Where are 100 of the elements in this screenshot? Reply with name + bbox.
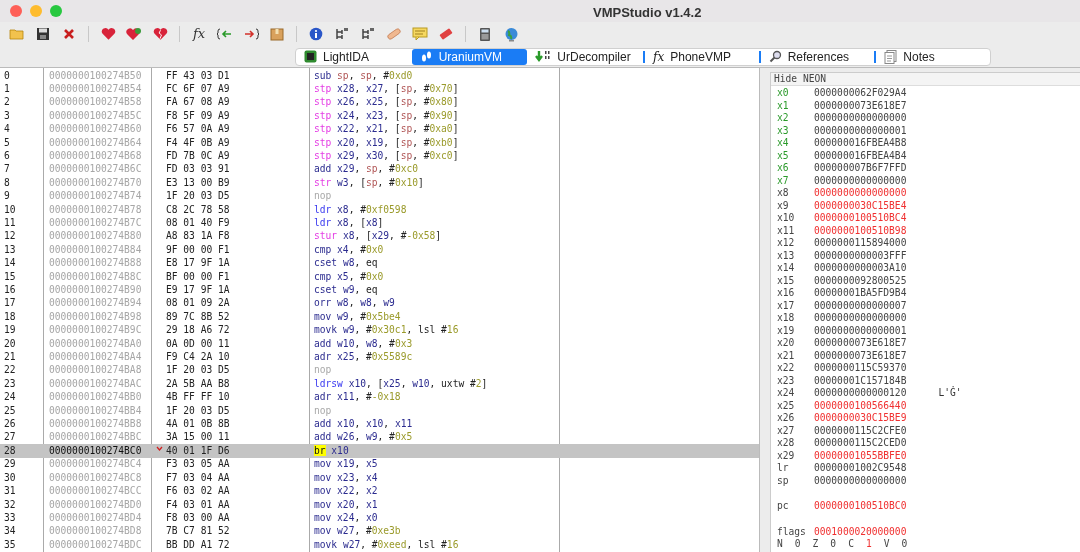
address-cell: 0000000100274BD4 [49, 511, 142, 523]
row-number: 8 [4, 176, 10, 188]
close-window-button[interactable] [10, 5, 22, 17]
instruction-text: stp x22, x21, [sp, #0xa0] [314, 123, 459, 135]
address-cell: 0000000100274B70 [49, 176, 142, 188]
register-value: 0000000100510B98 [814, 224, 907, 237]
table-row[interactable]: 11 0000000100274B7C 08 01 40 F9 ldr x8, [x8] [0, 216, 759, 230]
row-number: 5 [4, 136, 10, 148]
address-cell: 0000000100274B6C [49, 163, 142, 175]
table-row[interactable]: 14 0000000100274B88 E8 17 9F 1A cset w8, eq [0, 256, 759, 271]
function-button[interactable]: fx [186, 23, 212, 45]
register-value: 0000000000000001 [814, 324, 907, 337]
register-name: x0 [777, 87, 790, 100]
row-number: 30 [4, 471, 16, 483]
bytes-cell: F9 C4 2A 10 [166, 350, 230, 365]
register-value: 0000000030C15BE9 [814, 412, 907, 425]
table-row[interactable]: 26 0000000100274BB8 4A 01 0B 8B add x10, x10, x11 [0, 417, 759, 431]
table-row[interactable]: 27 0000000100274BBC 3A 15 00 11 add w26, w9, #0x5 [0, 430, 759, 445]
address-cell: 0000000100274B94 [49, 297, 142, 309]
register-name: x23 [777, 374, 796, 387]
table-row[interactable]: 29 0000000100274BC4 F3 03 05 AA mov x19, x5 [0, 457, 759, 472]
register-name: x20 [777, 337, 796, 350]
table-row[interactable]: 5 0000000100274B64 F4 4F 0B A9 stp x20, x19, [sp, #0xb0] [0, 136, 759, 150]
register-name: x4 [777, 137, 790, 150]
instruction-text: mov w9, #0x5be4 [314, 310, 401, 322]
table-row[interactable]: 35 0000000100274BDC BB DD A1 72 movk w27, #0xeed, lsl #16 [0, 538, 759, 552]
table-row[interactable]: 21 0000000100274BA4 F9 C4 2A 10 adr x25, #0x5589c [0, 350, 759, 364]
register-value: 0000000100510BC4 [814, 212, 907, 225]
address-cell: 0000000100274BB8 [49, 418, 142, 430]
table-row[interactable]: 3 0000000100274B5C F8 5F 09 A9 stp x24, x23, [sp, #0x90] [0, 109, 759, 123]
address-cell: 0000000100274B98 [49, 310, 142, 322]
table-row[interactable]: 34 0000000100274BD8 7B C7 81 52 mov w27, #0xe3b [0, 524, 759, 539]
register-value: 0000000062F029A4 [814, 87, 907, 100]
table-row[interactable]: 32 0000000100274BD0 F4 03 01 AA mov x20, x1 [0, 498, 759, 512]
hide-neon-button[interactable]: Hide NEON [771, 73, 1080, 86]
table-row[interactable]: 25 0000000100274BB4 1F 20 03 D5 nop [0, 404, 759, 418]
download-icon [535, 50, 552, 63]
table-row[interactable]: 33 0000000100274BD4 F8 03 00 AA mov x24, x0 [0, 511, 759, 525]
instruction-text: cset w9, eq [314, 284, 378, 295]
table-row[interactable]: 0 0000000100274B50 FF 43 03 D1 sub sp, sp, #0xd0 [0, 69, 759, 83]
table-row[interactable]: 16 0000000100274B90 E9 17 9F 1A cset w9, eq [0, 283, 759, 297]
row-number: 1 [4, 82, 10, 94]
table-row[interactable]: 30 0000000100274BC8 F7 03 04 AA mov x23, x4 [0, 471, 759, 485]
table-row[interactable]: 8 0000000100274B70 E3 13 00 B9 str w3, [sp, #0x10] [0, 176, 759, 190]
register-name: x25 [777, 399, 796, 412]
table-row[interactable]: 9 0000000100274B74 1F 20 03 D5 nop [0, 189, 759, 204]
table-row[interactable]: 17 0000000100274B94 08 01 09 2A orr w8, w8, w9 [0, 296, 759, 311]
address-cell: 0000000100274B74 [49, 190, 142, 202]
instruction-text: movk w27, #0xeed, lsl #16 [314, 538, 459, 550]
bytes-cell: A8 83 1A F8 [166, 229, 230, 244]
row-number: 27 [4, 431, 16, 443]
table-row[interactable]: 13 0000000100274B84 9F 00 00 F1 cmp x4, #0x0 [0, 243, 759, 257]
register-value: 0000000000003FFF [814, 249, 907, 262]
tree-diagram-icon [360, 27, 376, 41]
register-name: x24 [777, 387, 796, 400]
brace-arrow-icon [216, 28, 234, 40]
register-value: 0000000030C15BE4 [814, 199, 907, 212]
register-name: lr [777, 462, 790, 475]
table-row[interactable]: 20 0000000100274BA0 0A 0D 00 11 add w10, w8, #0x3 [0, 337, 759, 351]
flag-name: V [883, 538, 890, 551]
tab[interactable]: References [758, 48, 875, 65]
tab[interactable]: Notes [874, 48, 991, 65]
register-name: x7 [777, 174, 790, 187]
table-row[interactable]: 31 0000000100274BCC F6 03 02 AA mov x22, x2 [0, 484, 759, 498]
table-row[interactable]: 10 0000000100274B78 C8 2C 78 58 ldr x8, #0xf0598 [0, 203, 759, 217]
table-row[interactable]: 1 0000000100274B54 FC 6F 07 A9 stp x28, x27, [sp, #0x70] [0, 82, 759, 96]
save-icon [36, 27, 50, 41]
register-value: 0000000000003A10 [814, 262, 907, 275]
table-row[interactable]: 18 0000000100274B98 89 7C 8B 52 mov w9, #0x5be4 [0, 310, 759, 324]
table-row[interactable]: 6 0000000100274B68 FD 7B 0C A9 stp x29, x30, [sp, #0xc0] [0, 149, 759, 163]
table-row[interactable]: 15 0000000100274B8C BF 00 00 F1 cmp x5, #0x0 [0, 270, 759, 284]
register-value: 0000000000000001 [814, 124, 907, 137]
bytes-cell: E8 17 9F 1A [166, 256, 230, 271]
register-name: x27 [777, 424, 796, 437]
instruction-text: stp x26, x25, [sp, #0x80] [314, 96, 459, 108]
tab[interactable]: LightIDA [296, 48, 412, 65]
tab[interactable]: fx PhoneVMP [643, 48, 759, 65]
row-number: 19 [4, 324, 16, 336]
row-number: 11 [4, 217, 16, 228]
table-row[interactable]: 7 0000000100274B6C FD 03 03 91 add x29, sp, #0xc0 [0, 162, 759, 177]
table-row[interactable]: 28 0000000100274BC0 40 01 1F D6 br x10 [0, 444, 759, 458]
table-row[interactable]: 22 0000000100274BA8 1F 20 03 D5 nop [0, 363, 759, 378]
table-row[interactable]: 2 0000000100274B58 FA 67 08 A9 stp x26, x25, [sp, #0x80] [0, 95, 759, 110]
address-cell: 0000000100274BB0 [49, 391, 142, 403]
register-name: x9 [777, 199, 790, 212]
row-number: 18 [4, 310, 16, 322]
tab[interactable]: UraniumVM [411, 48, 528, 65]
register-value: 0000000073E618E7 [814, 349, 907, 362]
tab[interactable]: UrDecompiler [527, 48, 643, 65]
table-row[interactable]: 24 0000000100274BB0 4B FF FF 10 adr x11, #-0x18 [0, 390, 759, 405]
table-row[interactable]: 12 0000000100274B80 A8 83 1A F8 stur x8, [x29, #-0x58] [0, 229, 759, 244]
register-value: 0000000115C2CFE0 [814, 424, 907, 437]
address-cell: 0000000100274BA8 [49, 364, 142, 376]
table-row[interactable]: 4 0000000100274B60 F6 57 0A A9 stp x22, x21, [sp, #0xa0] [0, 122, 759, 137]
splitter-handle[interactable] [760, 68, 768, 552]
row-number: 4 [4, 123, 10, 135]
globe-icon [503, 26, 519, 42]
table-row[interactable]: 23 0000000100274BAC 2A 5B AA B8 ldrsw x10, [x25, w10, uxtw #2] [0, 377, 759, 391]
table-row[interactable]: 19 0000000100274B9C 29 18 A6 72 movk w9, #0x30c1, lsl #16 [0, 323, 759, 338]
register-name: flags [777, 525, 807, 538]
